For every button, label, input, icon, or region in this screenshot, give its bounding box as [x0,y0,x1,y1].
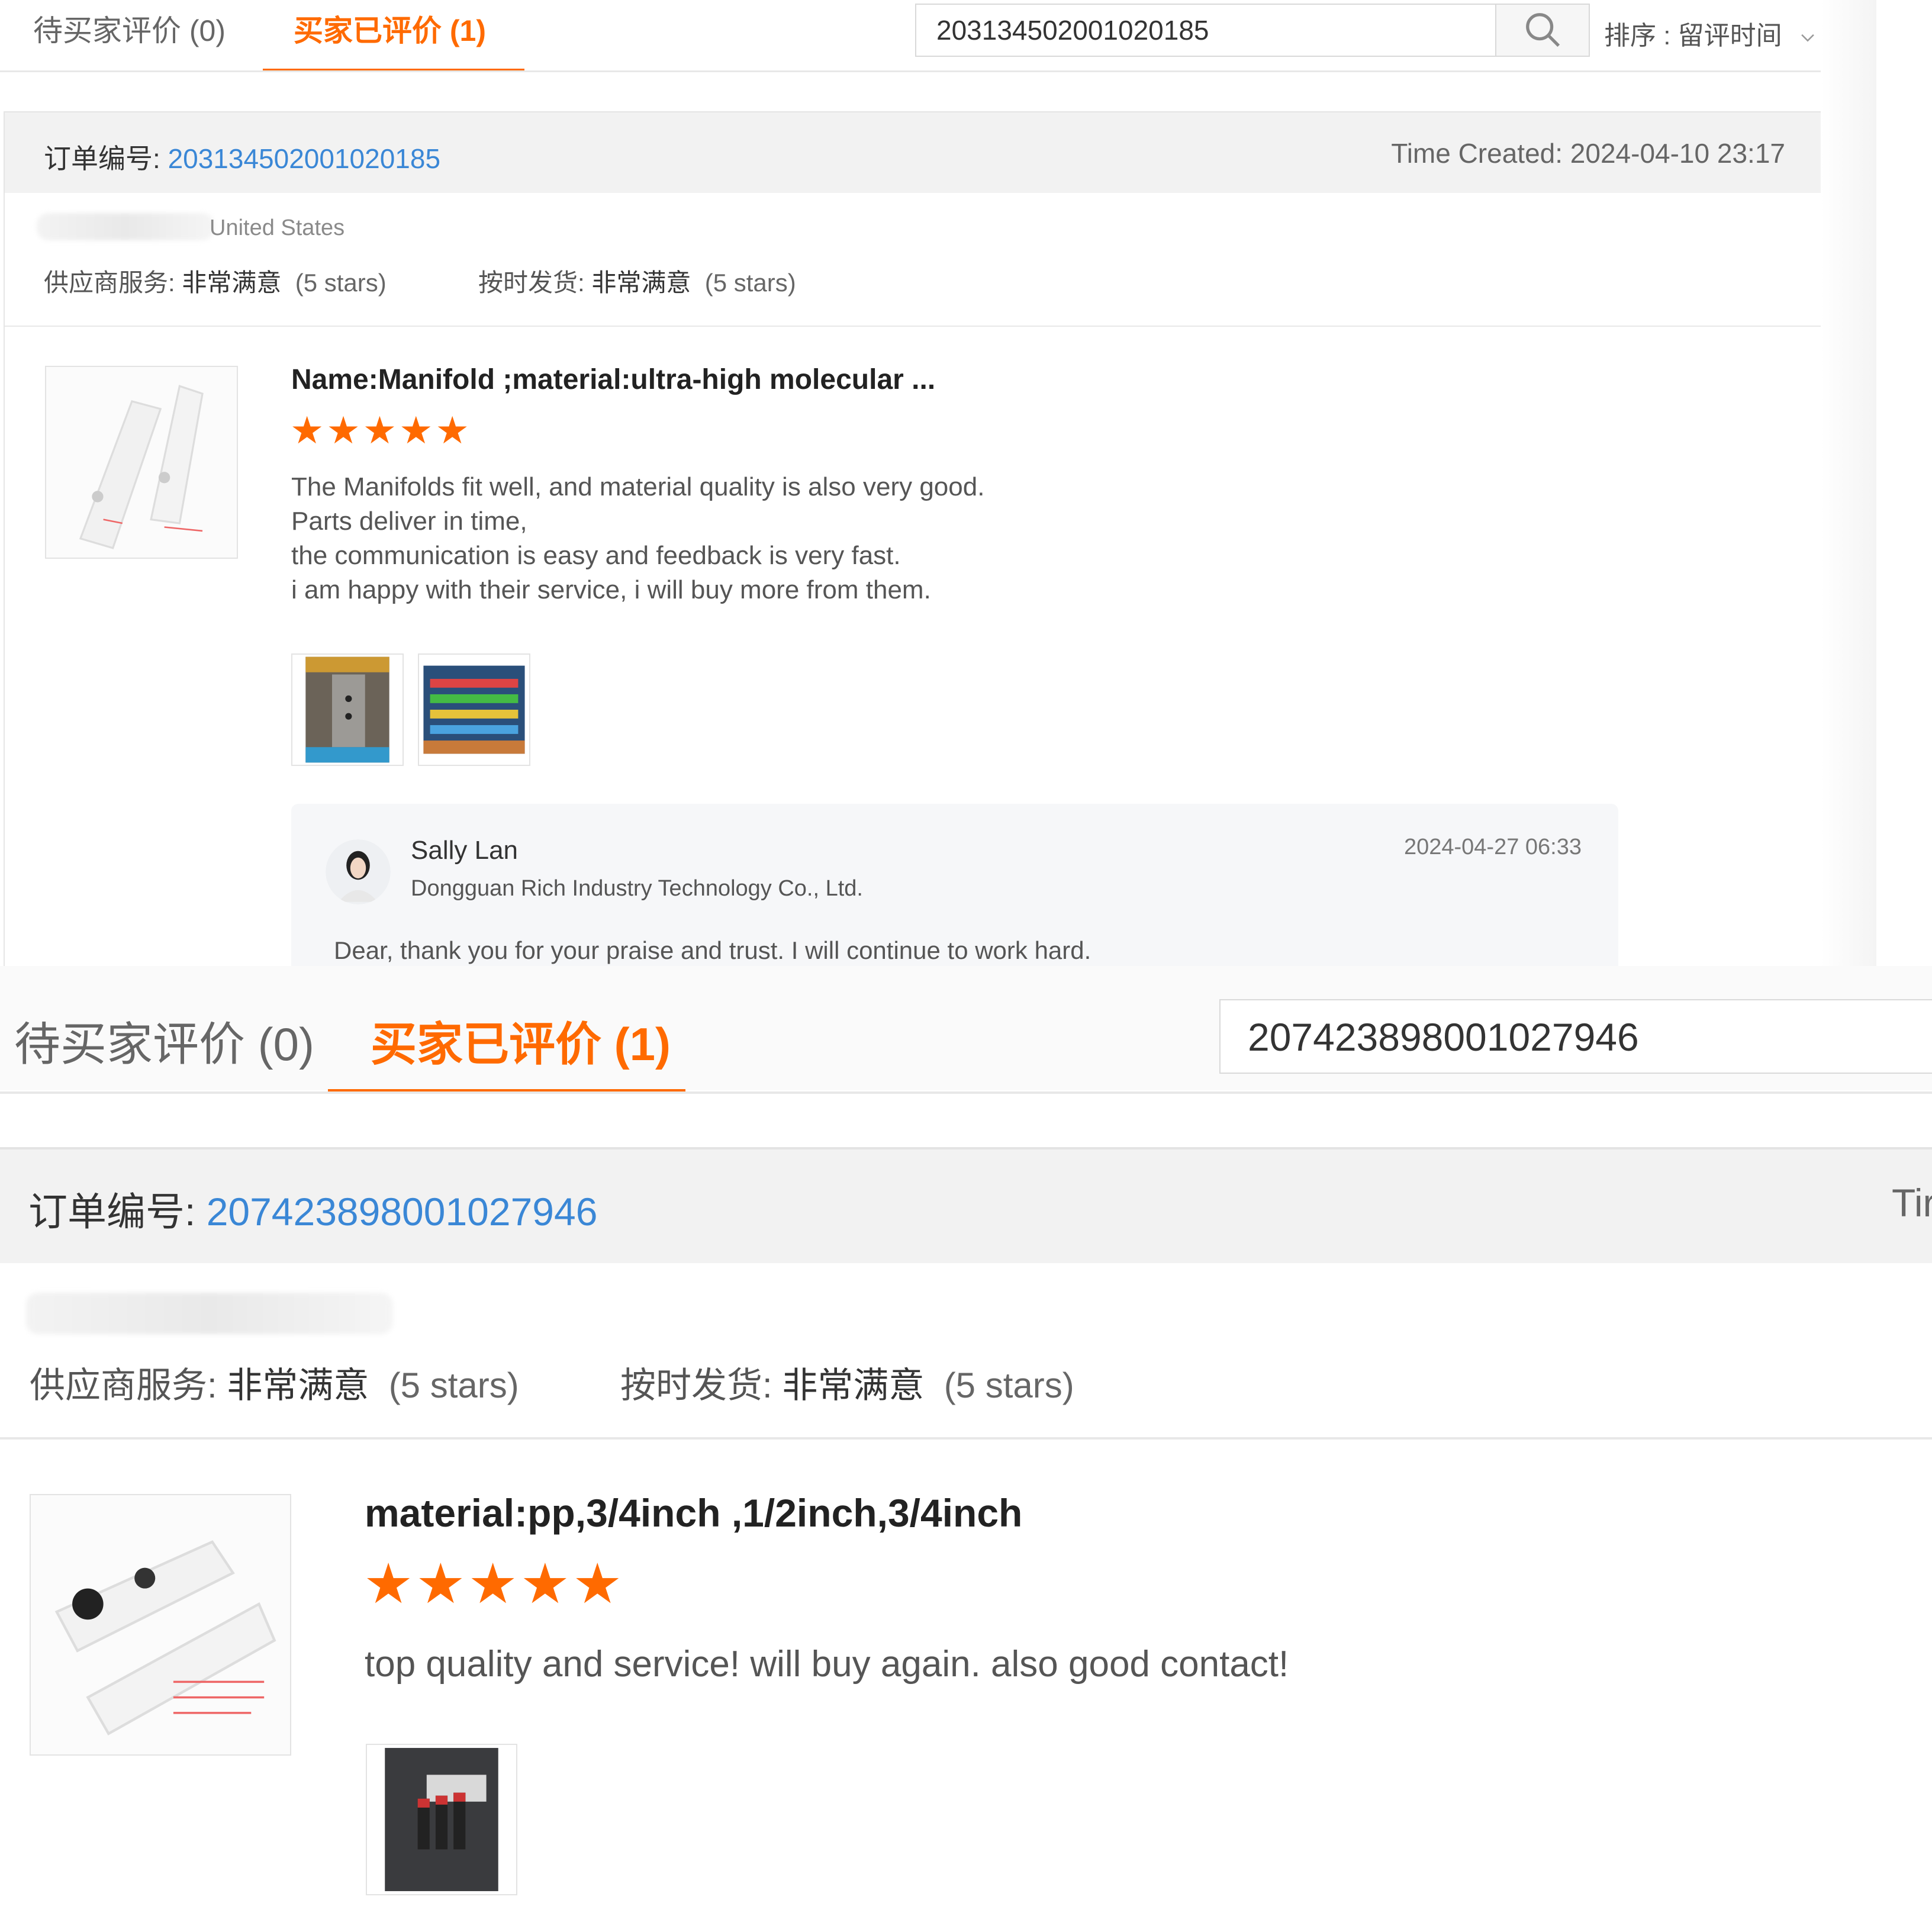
order-card: 订单编号: 203134502001020185 Time Created: 2… [4,111,1827,966]
product-name[interactable]: Name:Manifold ;material:ultra-high molec… [291,363,935,396]
search-button[interactable] [1495,5,1589,56]
review-photo-1[interactable] [291,653,404,766]
rating-value: 非常满意 [182,269,282,297]
sort-dropdown[interactable]: 排序 : 留评时间 [1604,14,1818,52]
replier-name: Sally Lan [411,836,519,865]
rating-value: 非常满意 [782,1366,925,1405]
section-divider [0,1437,1932,1440]
on-time-shipping-rating: 按时发货: 非常满意 (5 stars) [478,263,796,299]
search-input-value: 203134502001020185 [936,15,1209,46]
section-divider [5,326,1827,327]
tab-pending-review[interactable]: 待买家评价 (0) [33,7,226,50]
redacted-buyer-name [26,1293,393,1334]
rating-value: 非常满意 [591,269,691,297]
tab-divider [0,1091,1932,1094]
reply-text: Dear, thank you for your praise and trus… [334,936,1091,964]
rating-stars-text: (5 stars) [704,269,796,297]
review-panel-top: 待买家评价 (0) 买家已评价 (1) 203134502001020185 排… [0,0,1876,966]
order-number-link[interactable]: 207423898001027946 [207,1190,598,1234]
buyer-country: United States [210,215,345,240]
search-input-value: 207423898001027946 [1248,1015,1639,1059]
review-photo-image [292,655,402,765]
page-edge-shadow [1821,0,1876,966]
manifold-product-image [46,367,237,558]
order-time-created: Time Created: 2024-04-10 23:17 [1391,138,1785,169]
tab-pending-review[interactable]: 待买家评价 (0) [14,1007,314,1074]
tab-reviewed[interactable]: 买家已评价 (1) [294,7,486,50]
product-star-rating: ★★★★★ [290,409,472,452]
order-number-label: 订单编号: [44,143,168,174]
manifold-product-image [31,1495,290,1754]
rating-value: 非常满意 [227,1366,369,1405]
rating-label: 供应商服务: [44,269,182,297]
reply-date: 2024-04-27 06:33 [1403,835,1582,859]
rating-label: 按时发货: [620,1366,783,1405]
order-time-created: Tir [1892,1181,1932,1225]
product-thumbnail[interactable] [45,366,238,559]
order-search-input[interactable]: 203134502001020185 [915,4,1590,57]
tab-reviewed[interactable]: 买家已评价 (1) [371,1007,671,1074]
product-thumbnail[interactable] [30,1494,291,1756]
rating-label: 按时发货: [478,269,592,297]
search-icon [1526,13,1560,47]
order-number: 订单编号: 207423898001027946 [28,1180,597,1237]
supplier-avatar [326,839,391,904]
product-name[interactable]: material:pp,3/4inch ,1/2inch,3/4inch [365,1490,1022,1535]
rating-label: 供应商服务: [30,1366,227,1405]
rating-stars-text: (5 stars) [388,1366,519,1405]
supplier-service-rating: 供应商服务: 非常满意 (5 stars) [44,263,387,299]
product-star-rating: ★★★★★ [363,1553,625,1615]
order-header: 订单编号: 207423898001027946 Tir [0,1149,1932,1263]
chevron-down-icon [1801,34,1814,42]
replier-company: Dongguan Rich Industry Technology Co., L… [411,876,863,901]
tab-divider [0,70,1823,72]
order-number-label: 订单编号: [28,1190,207,1234]
review-text: top quality and service! will buy again.… [365,1644,1289,1685]
order-search-input[interactable]: 207423898001027946 [1219,999,1932,1074]
rating-stars-text: (5 stars) [295,269,387,297]
review-text: The Manifolds fit well, and material qua… [291,472,985,604]
redacted-buyer-name [37,213,214,240]
review-photo-image [367,1745,516,1894]
rating-stars-text: (5 stars) [944,1366,1074,1405]
order-number: 订单编号: 203134502001020185 [44,137,440,176]
review-photo-2[interactable] [418,653,530,766]
supplier-service-rating: 供应商服务: 非常满意 (5 stars) [30,1357,519,1408]
review-panel-bottom: 待买家评价 (0) 买家已评价 (1) 207423898001027946 订… [0,966,1932,1932]
review-photo-1[interactable] [366,1744,517,1895]
order-header: 订单编号: 203134502001020185 Time Created: 2… [5,112,1824,193]
review-photo-image [419,655,529,765]
on-time-shipping-rating: 按时发货: 非常满意 (5 stars) [620,1357,1074,1408]
sort-label: 排序 : 留评时间 [1604,21,1782,50]
supplier-reply: Sally Lan Dongguan Rich Industry Technol… [291,804,1618,966]
order-number-link[interactable]: 203134502001020185 [168,143,441,174]
